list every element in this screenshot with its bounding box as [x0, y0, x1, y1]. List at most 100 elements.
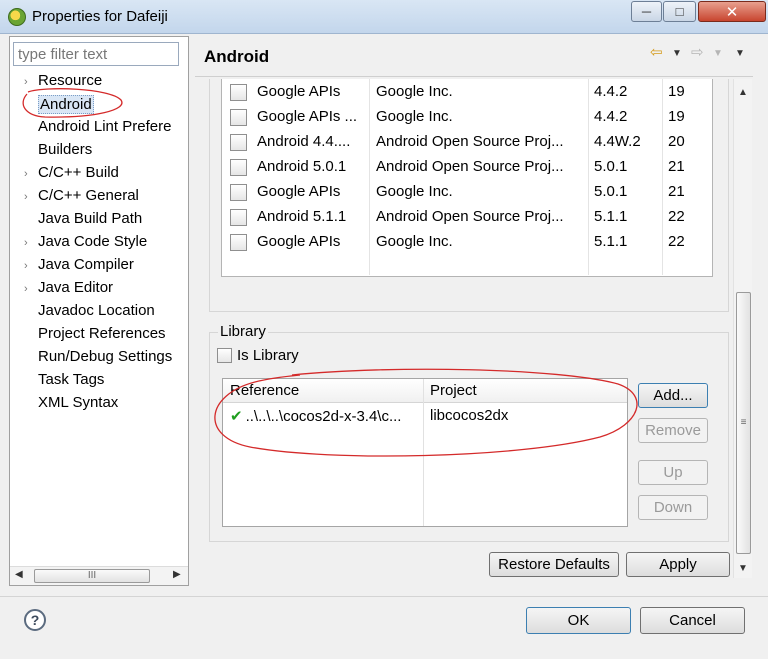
- target-checkbox[interactable]: [230, 209, 247, 226]
- cancel-button[interactable]: Cancel: [640, 607, 745, 634]
- table-row[interactable]: Google APIs ... Google Inc. 4.4.2 19: [230, 105, 710, 130]
- tree-item-label: Java Compiler: [38, 256, 134, 273]
- back-history-dropdown-icon[interactable]: ▼: [672, 48, 682, 59]
- scroll-left-arrow-icon[interactable]: ◀: [15, 569, 23, 580]
- expand-arrow-icon[interactable]: ›: [15, 76, 38, 88]
- table-row[interactable]: Google APIs Google Inc. 5.0.1 21: [230, 180, 710, 205]
- tree-item-resource[interactable]: › Resource: [15, 72, 183, 94]
- target-api: 22: [668, 233, 685, 250]
- table-row[interactable]: Android 5.1.1 Android Open Source Proj..…: [230, 205, 710, 230]
- restore-defaults-button[interactable]: Restore Defaults: [489, 552, 619, 577]
- apply-button[interactable]: Apply: [626, 552, 730, 577]
- table-row[interactable]: Android 5.0.1 Android Open Source Proj..…: [230, 155, 710, 180]
- help-icon[interactable]: ?: [24, 609, 46, 631]
- tree-item-task-tags[interactable]: Task Tags: [15, 371, 183, 393]
- move-down-button[interactable]: Down: [638, 495, 708, 520]
- tree-item-run-debug-settings[interactable]: Run/Debug Settings: [15, 348, 183, 370]
- check-icon: ✔: [230, 408, 243, 425]
- scrollbar-thumb[interactable]: III: [34, 569, 150, 583]
- scroll-down-arrow-icon[interactable]: ▼: [738, 563, 748, 574]
- app-icon: [8, 8, 26, 26]
- table-row[interactable]: Google APIs Google Inc. 5.1.1 22: [230, 230, 710, 255]
- expand-arrow-icon[interactable]: ›: [15, 191, 38, 203]
- target-name: Android 4.4....: [257, 133, 351, 150]
- target-name: Google APIs: [257, 83, 341, 100]
- tree-item-java-code-style[interactable]: › Java Code Style: [15, 233, 183, 255]
- target-name: Google APIs: [257, 233, 341, 250]
- scroll-right-arrow-icon[interactable]: ▶: [173, 569, 181, 580]
- ok-button[interactable]: OK: [526, 607, 631, 634]
- forward-arrow-icon[interactable]: ⇨: [691, 43, 704, 61]
- tree-item-label: Android Lint Prefere: [38, 118, 172, 135]
- scroll-up-arrow-icon[interactable]: ▲: [738, 87, 748, 98]
- target-api: 20: [668, 133, 685, 150]
- move-up-button[interactable]: Up: [638, 460, 708, 485]
- tree-item-javadoc-location[interactable]: Javadoc Location: [15, 302, 183, 324]
- expand-arrow-icon[interactable]: ›: [15, 260, 38, 272]
- reference-column-header[interactable]: Reference: [230, 382, 299, 399]
- target-vendor: Android Open Source Proj...: [376, 208, 564, 225]
- target-checkbox[interactable]: [230, 159, 247, 176]
- tree-item-label: Run/Debug Settings: [38, 348, 173, 365]
- view-menu-icon[interactable]: ▼: [735, 48, 745, 59]
- tree-item-label: Resource: [38, 72, 103, 89]
- target-checkbox[interactable]: [230, 109, 247, 126]
- tree-item-cpp-build[interactable]: › C/C++ Build: [15, 164, 183, 186]
- tree-item-android[interactable]: Android: [15, 95, 183, 117]
- expand-arrow-icon[interactable]: ›: [15, 237, 38, 249]
- footer-divider: [0, 596, 768, 597]
- target-platform: 4.4.2: [594, 83, 628, 100]
- filter-input[interactable]: [13, 42, 179, 66]
- add-library-button[interactable]: Add...: [638, 383, 708, 408]
- back-arrow-icon[interactable]: ⇦: [650, 43, 663, 61]
- library-group-label: Library: [218, 323, 268, 340]
- is-library-checkbox[interactable]: [217, 348, 232, 363]
- page-vertical-scrollbar[interactable]: ▲ ≡ ▼: [733, 79, 752, 578]
- target-vendor: Google Inc.: [376, 233, 453, 250]
- tree-item-cpp-general[interactable]: › C/C++ General: [15, 187, 183, 209]
- tree-item-label: Builders: [38, 141, 93, 158]
- maximize-button[interactable]: □: [663, 1, 696, 22]
- tree-item-java-compiler[interactable]: › Java Compiler: [15, 256, 183, 278]
- tree-item-label: C/C++ Build: [38, 164, 119, 181]
- target-api: 19: [668, 108, 685, 125]
- tree-item-android-lint[interactable]: Android Lint Prefere: [15, 118, 183, 140]
- target-name: Google APIs: [257, 183, 341, 200]
- target-checkbox[interactable]: [230, 84, 247, 101]
- window-title: Properties for Dafeiji: [32, 8, 168, 25]
- forward-history-dropdown-icon[interactable]: ▼: [713, 48, 723, 59]
- tree-item-java-editor[interactable]: › Java Editor: [15, 279, 183, 301]
- expand-arrow-icon[interactable]: ›: [15, 168, 38, 180]
- target-vendor: Android Open Source Proj...: [376, 158, 564, 175]
- table-row[interactable]: ✔ ..\..\..\cocos2d-x-3.4\c...: [230, 407, 401, 425]
- project-column-header[interactable]: Project: [430, 382, 477, 399]
- expand-arrow-icon[interactable]: ›: [15, 283, 38, 295]
- tree-item-java-build-path[interactable]: Java Build Path: [15, 210, 183, 232]
- close-button[interactable]: ✕: [698, 1, 766, 22]
- tree-item-label: XML Syntax: [38, 394, 119, 411]
- minimize-button[interactable]: ─: [631, 1, 662, 22]
- target-vendor: Google Inc.: [376, 183, 453, 200]
- tree-item-label: Java Editor: [38, 279, 114, 296]
- target-name: Android 5.0.1: [257, 158, 347, 175]
- reference-project[interactable]: libcocos2dx: [430, 407, 508, 424]
- tree-item-label: Task Tags: [38, 371, 105, 388]
- target-platform: 5.0.1: [594, 183, 628, 200]
- is-library-label[interactable]: Is Library: [237, 347, 299, 364]
- tree-item-label: Java Code Style: [38, 233, 148, 250]
- tree-item-label: Project References: [38, 325, 166, 342]
- remove-library-button[interactable]: Remove: [638, 418, 708, 443]
- target-checkbox[interactable]: [230, 234, 247, 251]
- target-checkbox[interactable]: [230, 184, 247, 201]
- target-checkbox[interactable]: [230, 134, 247, 151]
- tree-item-xml-syntax[interactable]: XML Syntax: [15, 394, 183, 416]
- target-api: 21: [668, 158, 685, 175]
- reference-path: ..\..\..\cocos2d-x-3.4\c...: [245, 408, 402, 425]
- scrollbar-thumb[interactable]: ≡: [736, 292, 751, 554]
- tree-horizontal-scrollbar[interactable]: ◀ III ▶: [10, 566, 188, 585]
- table-row[interactable]: Google APIs Google Inc. 4.4.2 19: [230, 80, 710, 105]
- tree-item-builders[interactable]: Builders: [15, 141, 183, 163]
- tree-item-project-references[interactable]: Project References: [15, 325, 183, 347]
- target-platform: 4.4W.2: [594, 133, 641, 150]
- table-row[interactable]: Android 4.4.... Android Open Source Proj…: [230, 130, 710, 155]
